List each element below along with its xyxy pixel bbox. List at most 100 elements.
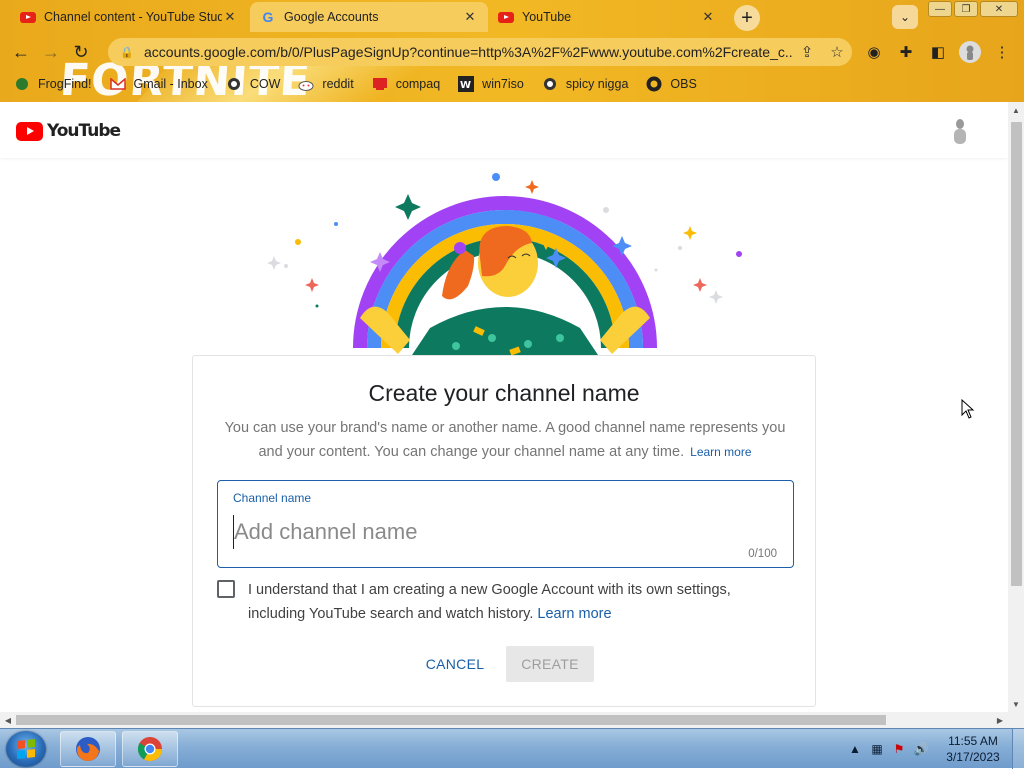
rainbow-illustration bbox=[267, 173, 742, 358]
star-icon[interactable]: ☆ bbox=[822, 43, 852, 61]
bookmark-obs[interactable]: OBS bbox=[646, 76, 697, 92]
network-icon[interactable]: ▦ bbox=[866, 742, 888, 756]
new-tab-button[interactable]: + bbox=[734, 5, 760, 31]
bookmark-frogfind[interactable]: FrogFind! bbox=[14, 76, 92, 92]
cancel-button[interactable]: CANCEL bbox=[417, 646, 493, 682]
youtube-icon bbox=[498, 9, 514, 25]
tab-title: Google Accounts bbox=[284, 10, 379, 24]
tab-search-button[interactable]: ⌄ bbox=[892, 5, 918, 29]
reload-button[interactable]: ↻ bbox=[66, 37, 96, 67]
start-button[interactable] bbox=[6, 731, 46, 767]
bookmark-compaq[interactable]: compaq bbox=[372, 76, 440, 92]
bookmark-gmail[interactable]: Gmail - Inbox bbox=[109, 76, 208, 92]
vertical-scrollbar[interactable]: ▲ ▼ bbox=[1008, 102, 1024, 712]
channel-name-label: Channel name bbox=[233, 491, 312, 505]
scroll-up-icon[interactable]: ▲ bbox=[1008, 102, 1024, 118]
scroll-left-icon[interactable]: ◀ bbox=[0, 712, 16, 728]
tab-title: Channel content - YouTube Studio bbox=[44, 10, 222, 24]
chrome-icon bbox=[137, 737, 162, 762]
bookmark-win7iso[interactable]: Wwin7iso bbox=[458, 76, 524, 92]
tab-strip: Channel content - YouTube Studio ✕ G Goo… bbox=[0, 0, 1024, 34]
horizontal-scrollbar[interactable]: ◀ ▶ bbox=[0, 712, 1008, 728]
taskbar: ▲ ▦ ⚑ 🔊 11:55 AM 3/17/2023 bbox=[0, 728, 1024, 769]
show-desktop-button[interactable] bbox=[1012, 729, 1024, 769]
agreement-body: I understand that I am creating a new Go… bbox=[248, 582, 731, 622]
system-tray: ▲ ▦ ⚑ 🔊 bbox=[844, 729, 932, 769]
create-channel-dialog: Create your channel name You can use you… bbox=[192, 355, 816, 707]
kebab-menu-icon[interactable]: ⋮ bbox=[990, 40, 1014, 64]
reddit-icon bbox=[298, 76, 314, 92]
youtube-logo[interactable]: YouTube bbox=[16, 121, 121, 141]
google-icon: G bbox=[262, 9, 274, 25]
w-icon: W bbox=[458, 76, 475, 92]
scrollbar-corner bbox=[1008, 712, 1024, 728]
horizontal-scroll-thumb[interactable] bbox=[16, 715, 886, 725]
dialog-description: You can use your brand's name or another… bbox=[221, 416, 789, 464]
url-text: accounts.google.com/b/0/PlusPageSignUp?c… bbox=[144, 44, 792, 60]
volume-icon[interactable]: 🔊 bbox=[910, 742, 932, 756]
bookmark-cow[interactable]: COW bbox=[226, 76, 280, 92]
agreement-row: I understand that I am creating a new Go… bbox=[217, 578, 787, 626]
tab-google-accounts[interactable]: G Google Accounts ✕ bbox=[250, 2, 488, 32]
address-bar[interactable]: 🔒 accounts.google.com/b/0/PlusPageSignUp… bbox=[108, 38, 852, 66]
account-avatar[interactable] bbox=[948, 116, 972, 146]
frog-icon bbox=[14, 76, 30, 92]
bookmark-reddit[interactable]: reddit bbox=[298, 76, 354, 92]
clock-date: 3/17/2023 bbox=[946, 750, 1000, 764]
maximize-button[interactable]: ❐ bbox=[954, 1, 978, 17]
close-icon[interactable]: ✕ bbox=[222, 9, 238, 25]
compaq-icon bbox=[372, 76, 388, 92]
close-window-button[interactable]: ✕ bbox=[980, 1, 1018, 17]
svg-text:W: W bbox=[460, 80, 471, 91]
youtube-wordmark: YouTube bbox=[47, 121, 121, 141]
action-center-icon[interactable]: ⚑ bbox=[888, 742, 910, 756]
window-controls: — ❐ ✕ bbox=[926, 1, 1018, 17]
channel-name-field[interactable]: Channel name 0/100 bbox=[217, 480, 794, 568]
tab-youtube[interactable]: YouTube ✕ bbox=[488, 2, 726, 32]
show-hidden-icons-icon[interactable]: ▲ bbox=[844, 742, 866, 756]
youtube-icon bbox=[20, 9, 36, 25]
github-icon bbox=[646, 76, 662, 92]
taskbar-clock[interactable]: 11:55 AM 3/17/2023 bbox=[942, 733, 1004, 765]
youtube-play-icon bbox=[16, 121, 43, 141]
browser-frame: FORTNITE Channel content - YouTube Studi… bbox=[0, 0, 1024, 102]
back-button[interactable]: ← bbox=[6, 37, 36, 67]
forward-button[interactable]: → bbox=[36, 37, 66, 67]
gmail-icon bbox=[109, 76, 126, 92]
scroll-down-icon[interactable]: ▼ bbox=[1008, 696, 1024, 712]
youtube-header: YouTube bbox=[0, 102, 1008, 158]
agreement-checkbox[interactable] bbox=[217, 580, 235, 598]
globe-icon bbox=[226, 76, 242, 92]
minimize-button[interactable]: — bbox=[928, 1, 952, 17]
firefox-icon bbox=[76, 737, 100, 762]
mouse-cursor-icon bbox=[961, 399, 975, 419]
tab-title: YouTube bbox=[522, 10, 572, 24]
close-icon[interactable]: ✕ bbox=[700, 9, 716, 25]
puzzle-icon[interactable]: ✚ bbox=[894, 40, 918, 64]
create-button[interactable]: CREATE bbox=[506, 646, 594, 682]
page-content: YouTube Create your channel name You can… bbox=[0, 102, 1008, 712]
profile-avatar[interactable] bbox=[958, 40, 982, 64]
tab-youtube-studio[interactable]: Channel content - YouTube Studio ✕ bbox=[10, 2, 248, 32]
scroll-right-icon[interactable]: ▶ bbox=[992, 712, 1008, 728]
side-panel-icon[interactable]: ◧ bbox=[926, 40, 950, 64]
share-icon[interactable]: ⇪ bbox=[792, 43, 822, 61]
globe-icon bbox=[542, 76, 558, 92]
taskbar-chrome[interactable] bbox=[122, 731, 178, 767]
agreement-learn-more-link[interactable]: Learn more bbox=[537, 606, 611, 622]
windows-logo-icon bbox=[17, 739, 35, 759]
bookmarks-bar: FrogFind! Gmail - Inbox COW reddit compa… bbox=[0, 72, 1024, 96]
browser-toolbar: ← → ↻ 🔒 accounts.google.com/b/0/PlusPage… bbox=[0, 36, 1024, 68]
reload-icon: ↻ bbox=[73, 41, 89, 62]
channel-name-input[interactable] bbox=[233, 515, 773, 549]
character-counter: 0/100 bbox=[748, 548, 777, 560]
taskbar-firefox[interactable] bbox=[60, 731, 116, 767]
lock-icon: 🔒 bbox=[120, 46, 134, 59]
bookmark-spicy[interactable]: spicy nigga bbox=[542, 76, 628, 92]
close-icon[interactable]: ✕ bbox=[462, 9, 478, 25]
extension-icon[interactable]: ◉ bbox=[862, 40, 886, 64]
learn-more-link[interactable]: Learn more bbox=[690, 445, 751, 459]
forward-arrow-icon: → bbox=[42, 41, 60, 62]
back-arrow-icon: ← bbox=[12, 41, 30, 62]
vertical-scroll-thumb[interactable] bbox=[1011, 122, 1022, 586]
